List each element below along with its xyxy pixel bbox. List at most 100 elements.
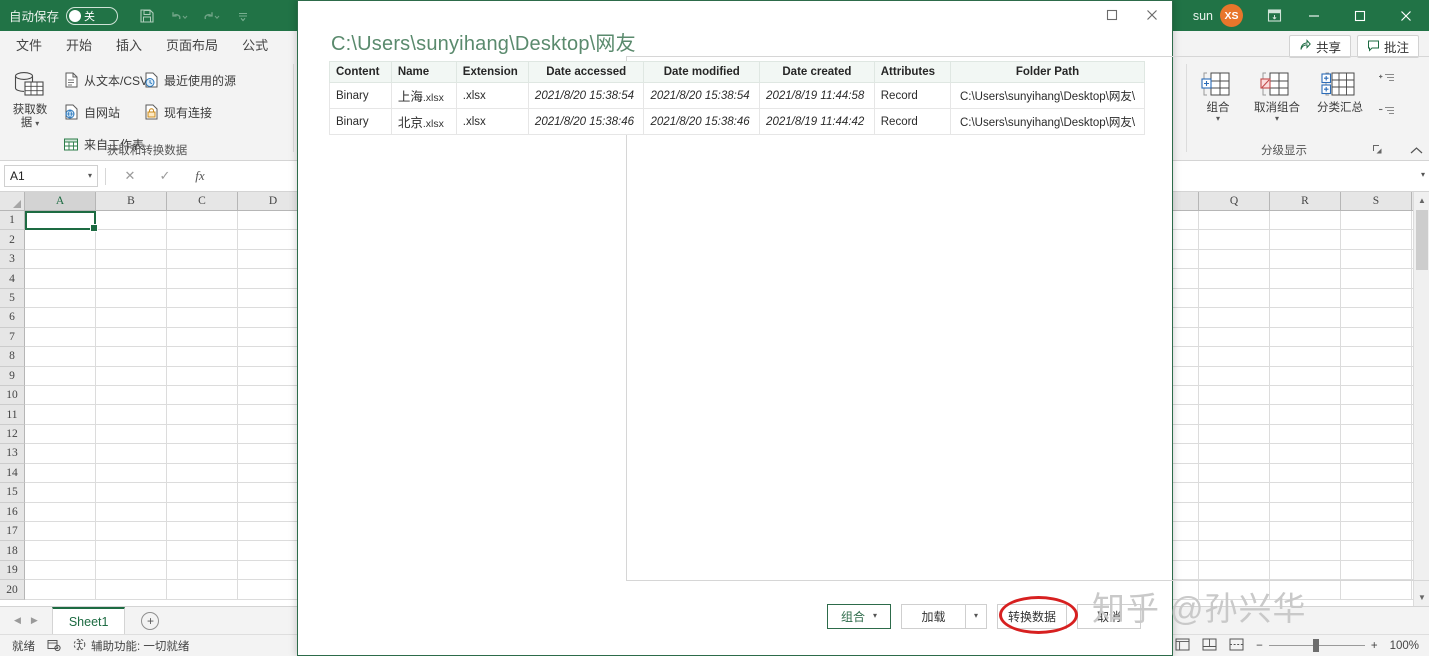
grid-cell[interactable] <box>96 483 167 503</box>
sheet-tab-sheet1[interactable]: Sheet1 <box>51 607 126 634</box>
grid-cell[interactable] <box>25 502 96 522</box>
grid-cell[interactable] <box>25 269 96 289</box>
zoom-level[interactable]: 100% <box>1390 640 1419 652</box>
grid-cell[interactable] <box>96 249 167 270</box>
tab-insert[interactable]: 插入 <box>104 32 154 60</box>
accessibility-status[interactable]: 辅助功能: 一切就绪 <box>73 638 189 654</box>
row-header[interactable]: 15 <box>0 483 25 503</box>
grid-cell[interactable] <box>96 541 167 561</box>
grid-cell[interactable] <box>1270 541 1341 561</box>
chevron-down-icon[interactable]: ▾ <box>1275 115 1279 123</box>
grid-cell[interactable] <box>167 211 238 231</box>
undo-icon[interactable] <box>164 3 194 29</box>
col-content[interactable]: Content <box>329 61 392 83</box>
transform-data-button[interactable]: 转换数据 <box>996 603 1067 629</box>
grid-cell[interactable] <box>1341 347 1412 367</box>
chevron-down-icon[interactable]: ▾ <box>1216 115 1220 123</box>
grid-cell[interactable] <box>1199 249 1270 270</box>
grid-cell[interactable] <box>1270 483 1341 503</box>
get-data-button[interactable]: 获取数 据 ▾ <box>4 68 56 130</box>
grid-cell[interactable] <box>25 522 96 542</box>
recent-sources-button[interactable]: 最近使用的源 <box>142 68 236 92</box>
column-header-q[interactable]: Q <box>1199 192 1270 211</box>
select-all-corner[interactable] <box>0 192 25 211</box>
zoom-thumb[interactable] <box>1312 639 1319 652</box>
scroll-up-arrow[interactable]: ▲ <box>1414 192 1429 209</box>
grid-cell[interactable] <box>25 483 96 503</box>
grid-cell[interactable] <box>1199 580 1270 600</box>
share-button[interactable]: 共享 <box>1288 35 1351 58</box>
avatar[interactable]: XS <box>1220 4 1243 27</box>
scroll-down-arrow[interactable]: ▼ <box>1414 589 1429 606</box>
col-name[interactable]: Name <box>390 61 457 83</box>
grid-cell[interactable] <box>96 269 167 289</box>
grid-cell[interactable] <box>1341 385 1412 406</box>
grid-cell[interactable] <box>1270 405 1341 425</box>
grid-cell[interactable] <box>167 444 238 464</box>
grid-cell[interactable] <box>167 269 238 289</box>
grid-cell[interactable] <box>1199 541 1270 561</box>
page-layout-view-icon[interactable] <box>1202 638 1217 654</box>
grid-cell[interactable] <box>167 249 238 270</box>
hide-detail-icon[interactable] <box>1376 105 1396 124</box>
grid-cell[interactable] <box>1199 502 1270 522</box>
comment-button[interactable]: 批注 <box>1356 35 1419 58</box>
grid-cell[interactable] <box>1270 522 1341 542</box>
table-row[interactable]: Binary 北京.xlsx .xlsx 2021/8/20 15:38:46 … <box>329 108 1145 135</box>
grid-cell[interactable] <box>1341 560 1412 581</box>
grid-cell[interactable] <box>96 424 167 445</box>
grid-cell[interactable] <box>1270 288 1341 309</box>
grid-cell[interactable] <box>1270 347 1341 367</box>
column-header-c[interactable]: C <box>167 192 238 211</box>
grid-cell[interactable] <box>1199 211 1270 231</box>
grid-cell[interactable] <box>1341 541 1412 561</box>
column-header-a[interactable]: A <box>25 192 96 211</box>
zoom-out-button[interactable]: − <box>1256 640 1263 652</box>
load-dropdown-button[interactable]: ▾ <box>964 603 987 629</box>
enter-formula-button[interactable]: ✓ <box>148 165 182 187</box>
grid-cell[interactable] <box>1270 269 1341 289</box>
grid-cell[interactable] <box>96 230 167 250</box>
grid-cell[interactable] <box>1341 483 1412 503</box>
row-header[interactable]: 4 <box>0 269 25 289</box>
from-text-csv-button[interactable]: 从文本/CSV <box>62 68 148 92</box>
grid-cell[interactable] <box>167 560 238 581</box>
column-header-r[interactable]: R <box>1270 192 1341 211</box>
from-web-button[interactable]: 自网站 <box>62 100 148 124</box>
grid-cell[interactable] <box>96 580 167 600</box>
col-extension[interactable]: Extension <box>455 61 529 83</box>
column-header-s[interactable]: S <box>1341 192 1412 211</box>
grid-cell[interactable] <box>1341 424 1412 445</box>
close-button[interactable] <box>1383 0 1429 31</box>
column-header-b[interactable]: B <box>96 192 167 211</box>
grid-cell[interactable] <box>1270 366 1341 386</box>
chevron-right-icon[interactable]: ▶ <box>31 615 38 626</box>
col-date-modified[interactable]: Date modified <box>643 61 761 83</box>
grid-cell[interactable] <box>25 288 96 309</box>
grid-cell[interactable] <box>1270 327 1341 348</box>
grid-cell[interactable] <box>167 366 238 386</box>
grid-cell[interactable] <box>25 347 96 367</box>
grid-cell[interactable] <box>167 463 238 484</box>
col-date-accessed[interactable]: Date accessed <box>527 61 645 83</box>
grid-cell[interactable] <box>25 580 96 600</box>
autosave-control[interactable]: 自动保存 关 <box>9 6 119 25</box>
tab-home[interactable]: 开始 <box>54 32 104 60</box>
grid-cell[interactable] <box>96 366 167 386</box>
grid-cell[interactable] <box>167 502 238 522</box>
existing-connections-button[interactable]: 现有连接 <box>142 100 236 124</box>
ribbon-display-options-icon[interactable] <box>1257 0 1291 31</box>
grid-cell[interactable] <box>1199 327 1270 348</box>
grid-cell[interactable] <box>1341 444 1412 464</box>
group-button[interactable]: 组合 ▾ <box>1192 66 1244 124</box>
name-box[interactable]: A1 ▾ <box>4 165 98 187</box>
tab-formulas[interactable]: 公式 <box>230 32 280 60</box>
grid-cell[interactable] <box>25 463 96 484</box>
chevron-down-icon[interactable]: ▾ <box>88 172 92 180</box>
autosave-toggle[interactable]: 关 <box>66 6 119 25</box>
dialog-launcher-icon[interactable] <box>1372 144 1383 158</box>
grid-cell[interactable] <box>1199 269 1270 289</box>
save-icon[interactable] <box>132 3 162 29</box>
row-header[interactable]: 13 <box>0 444 25 464</box>
row-header[interactable]: 12 <box>0 424 25 445</box>
